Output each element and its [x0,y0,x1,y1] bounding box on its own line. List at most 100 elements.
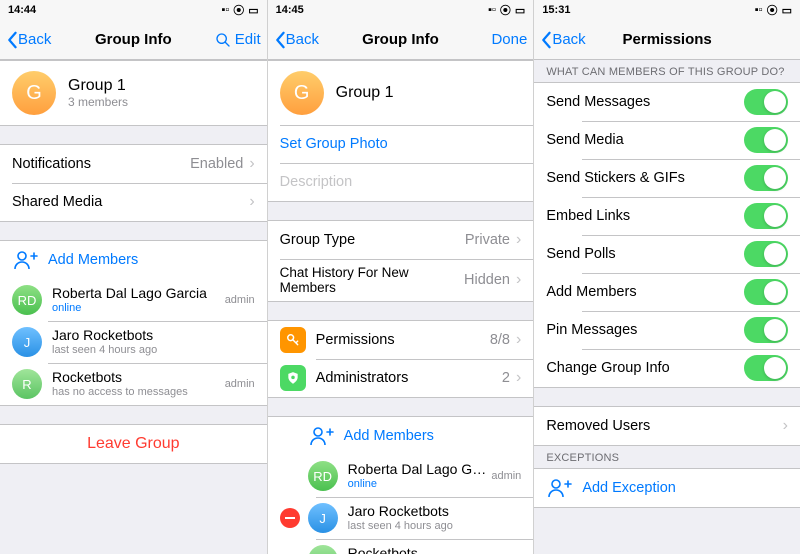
permission-toggle[interactable] [744,241,788,267]
permission-row: Change Group Info [534,349,800,387]
description-row[interactable]: Description [268,163,534,201]
chevron-left-icon [6,31,18,49]
member-avatar: R [308,545,338,554]
battery-icon: ▭ [248,4,258,17]
signal-icon: ▪▫ [221,4,229,16]
group-type-row[interactable]: Group Type Private › [268,221,534,259]
permission-toggle[interactable] [744,127,788,153]
section-header: What can members of this group do? [534,60,800,82]
member-row[interactable]: RDRoberta Dal Lago Garciaonlineadmin [0,279,267,321]
battery-icon: ▭ [515,4,525,17]
chevron-right-icon: › [516,272,521,288]
group-name-input[interactable]: Group 1 [336,84,394,102]
battery-icon: ▭ [782,4,792,17]
chat-history-row[interactable]: Chat History For New Members Hidden › [268,259,534,301]
back-label: Back [286,31,319,48]
member-status: online [52,302,221,315]
back-button[interactable]: Back [540,31,585,49]
member-role: admin [491,470,521,482]
scroll-area[interactable]: What can members of this group do? Send … [534,60,800,554]
member-row[interactable]: RDRoberta Dal Lago Garciaonlineadmin [268,455,534,497]
status-time: 15:31 [542,4,667,16]
permission-label: Send Stickers & GIFs [546,170,744,186]
permissions-row[interactable]: Permissions 8/8 › [268,321,534,359]
permission-row: Send Messages [534,83,800,121]
section-header: Exceptions [534,446,800,468]
scroll-area[interactable]: G Group 1 3 members Notifications Enable… [0,60,267,554]
screen-group-info-view: 14:44 ▪▫ ⦿ ▭ Back Group Info Edit G Grou… [0,0,267,554]
signal-icon: ▪▫ [755,4,763,16]
chevron-left-icon [540,31,552,49]
group-header: G Group 1 3 members [0,60,267,126]
add-members-row[interactable]: Add Members [0,241,267,279]
row-label: Shared Media [12,194,249,210]
member-row[interactable]: RRocketbotshas no access to messagesadmi… [0,363,267,405]
member-row[interactable]: JJaro Rocketbotslast seen 4 hours ago [0,321,267,363]
row-value: Hidden [464,272,510,288]
member-name: Roberta Dal Lago Garcia [348,461,488,478]
add-members-row[interactable]: Add Members [268,417,534,455]
notifications-row[interactable]: Notifications Enabled › [0,145,267,183]
status-time: 14:45 [276,4,401,16]
edit-button[interactable]: Edit [215,31,261,48]
nav-title: Permissions [623,31,712,48]
administrators-row[interactable]: Administrators 2 › [268,359,534,397]
permission-label: Send Messages [546,94,744,110]
screen-permissions: 15:31 ▪▫ ⦿ ▭ Back Permissions What can m… [533,0,800,554]
back-button[interactable]: Back [274,31,319,49]
leave-group-button[interactable]: Leave Group [0,425,267,463]
permission-toggle[interactable] [744,89,788,115]
status-time: 14:44 [8,4,133,16]
member-status: last seen 4 hours ago [348,520,522,533]
row-label: Group Type [280,232,465,248]
wifi-icon: ⦿ [767,2,778,18]
scroll-area[interactable]: G Group 1 Set Group Photo Description Gr… [268,60,534,554]
status-icons: ▪▫ ⦿ ▭ [133,2,258,18]
row-label: Administrators [316,370,502,386]
member-status: has no access to messages [52,386,221,399]
back-button[interactable]: Back [6,31,51,49]
set-group-photo-row[interactable]: Set Group Photo [268,125,534,163]
permission-row: Send Media [534,121,800,159]
row-value: Private [465,232,510,248]
permission-row: Add Members [534,273,800,311]
member-row[interactable]: RRocketbotshas no access to messagesadmi… [268,539,534,554]
set-photo-label: Set Group Photo [280,136,522,152]
wifi-icon: ⦿ [233,2,244,18]
permission-toggle[interactable] [744,203,788,229]
permission-row: Send Stickers & GIFs [534,159,800,197]
removed-users-row[interactable]: Removed Users › [534,407,800,445]
member-name: Rocketbots [52,369,221,386]
status-bar: 15:31 ▪▫ ⦿ ▭ [534,0,800,20]
member-main: Rocketbotshas no access to messages [52,369,221,399]
nav-bar: Back Group Info Edit [0,20,267,60]
nav-title: Group Info [95,31,172,48]
permission-label: Send Media [546,132,744,148]
done-button[interactable]: Done [491,31,527,48]
permission-label: Embed Links [546,208,744,224]
member-main: Rocketbotshas no access to messages [348,545,488,554]
member-avatar: RD [12,285,42,315]
add-exception-row[interactable]: Add Exception [534,469,800,507]
nav-bar: Back Group Info Done [268,20,534,60]
chevron-right-icon: › [249,156,254,172]
permission-toggle[interactable] [744,279,788,305]
add-members-label: Add Members [48,252,255,268]
chevron-right-icon: › [783,418,788,434]
group-header-edit: G Group 1 [268,61,534,125]
permission-label: Change Group Info [546,360,744,376]
status-icons: ▪▫ ⦿ ▭ [400,2,525,18]
nav-bar: Back Permissions [534,20,800,60]
member-avatar: J [308,503,338,533]
permission-toggle[interactable] [744,355,788,381]
member-main: Roberta Dal Lago Garciaonline [348,461,488,491]
remove-icon[interactable] [280,508,300,528]
status-bar: 14:45 ▪▫ ⦿ ▭ [268,0,534,20]
permission-toggle[interactable] [744,165,788,191]
member-avatar: R [12,369,42,399]
row-label: Permissions [316,332,490,348]
permission-toggle[interactable] [744,317,788,343]
shared-media-row[interactable]: Shared Media › [0,183,267,221]
member-row[interactable]: JJaro Rocketbotslast seen 4 hours ago [268,497,534,539]
member-role: admin [225,294,255,306]
